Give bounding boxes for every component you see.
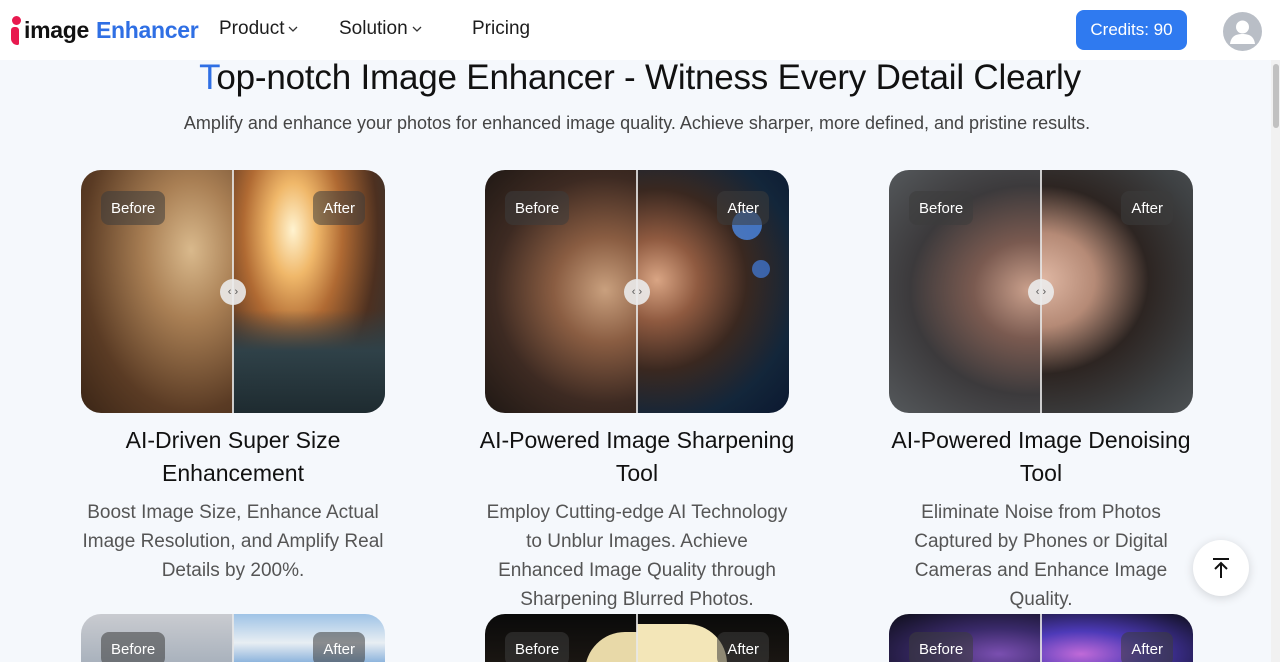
- before-tag: Before: [909, 191, 974, 225]
- chevron-left-right-icon[interactable]: ‹ ›: [1028, 279, 1054, 305]
- page-scrollbar[interactable]: [1271, 60, 1280, 662]
- logo-mark-icon: [8, 15, 22, 45]
- chevron-down-icon: [289, 26, 298, 32]
- back-to-top-button[interactable]: [1193, 540, 1249, 596]
- nav-solution[interactable]: Solution: [339, 18, 422, 40]
- page-subtitle: Amplify and enhance your photos for enha…: [183, 113, 1091, 133]
- user-avatar-icon[interactable]: [1223, 12, 1262, 51]
- card-title: AI-Powered Image Sharpening Tool: [479, 427, 795, 486]
- after-tag: After: [313, 632, 365, 662]
- chevron-left-right-icon[interactable]: ‹ ›: [220, 279, 246, 305]
- page-title: Top-notch Image Enhancer - Witness Every…: [0, 58, 1280, 98]
- chevron-left-right-icon[interactable]: ‹ ›: [624, 279, 650, 305]
- card-description: Employ Cutting-edge AI Technology to Unb…: [486, 502, 788, 610]
- before-tag: Before: [909, 632, 974, 662]
- credits-label: Credits: 90: [1090, 20, 1173, 39]
- nav-pricing[interactable]: Pricing: [472, 18, 530, 40]
- after-tag: After: [1121, 191, 1173, 225]
- before-tag: Before: [101, 191, 166, 225]
- card-description: Boost Image Size, Enhance Actual Image R…: [82, 502, 384, 581]
- after-tag: After: [717, 632, 769, 662]
- title-rest: op-notch Image Enhancer - Witness Every …: [216, 58, 1081, 97]
- before-tag: Before: [505, 632, 570, 662]
- card-title: AI-Driven Super Size Enhancement: [125, 427, 341, 486]
- title-first-letter: T: [199, 58, 217, 97]
- after-tag: After: [717, 191, 769, 225]
- before-after-slider[interactable]: Before After: [81, 614, 385, 662]
- nav-product-label: Product: [219, 18, 285, 39]
- top-nav-bar: image Enhancer Product Solution Pricing …: [0, 0, 1280, 60]
- before-after-slider[interactable]: Before After: [485, 614, 789, 662]
- before-after-slider-denoising[interactable]: ‹ › Before After: [889, 170, 1193, 413]
- nav-product[interactable]: Product: [219, 18, 298, 40]
- site-logo[interactable]: image Enhancer: [8, 14, 199, 46]
- user-silhouette-icon: [1230, 20, 1255, 44]
- card-description: Eliminate Noise from Photos Captured by …: [914, 502, 1168, 610]
- logo-text-enhancer: Enhancer: [95, 16, 199, 43]
- nav-solution-label: Solution: [339, 18, 408, 39]
- compare-divider: [1040, 614, 1042, 662]
- before-after-slider[interactable]: Before After: [889, 614, 1193, 662]
- before-after-slider-sharpening[interactable]: ‹ › Before After: [485, 170, 789, 413]
- arrow-up-to-line-icon: [1213, 558, 1229, 578]
- nav-pricing-label: Pricing: [472, 18, 531, 39]
- after-tag: After: [313, 191, 365, 225]
- after-tag: After: [1121, 632, 1173, 662]
- before-tag: Before: [101, 632, 166, 662]
- logo-text-image: image: [24, 16, 89, 43]
- card-title: AI-Powered Image Denoising Tool: [891, 427, 1191, 486]
- before-tag: Before: [505, 191, 570, 225]
- chevron-down-icon: [412, 26, 422, 32]
- compare-divider: [636, 614, 638, 662]
- compare-divider: [232, 614, 234, 662]
- credits-button[interactable]: Credits: 90: [1076, 10, 1187, 50]
- before-after-slider-super-size[interactable]: ‹ › Before After: [81, 170, 385, 413]
